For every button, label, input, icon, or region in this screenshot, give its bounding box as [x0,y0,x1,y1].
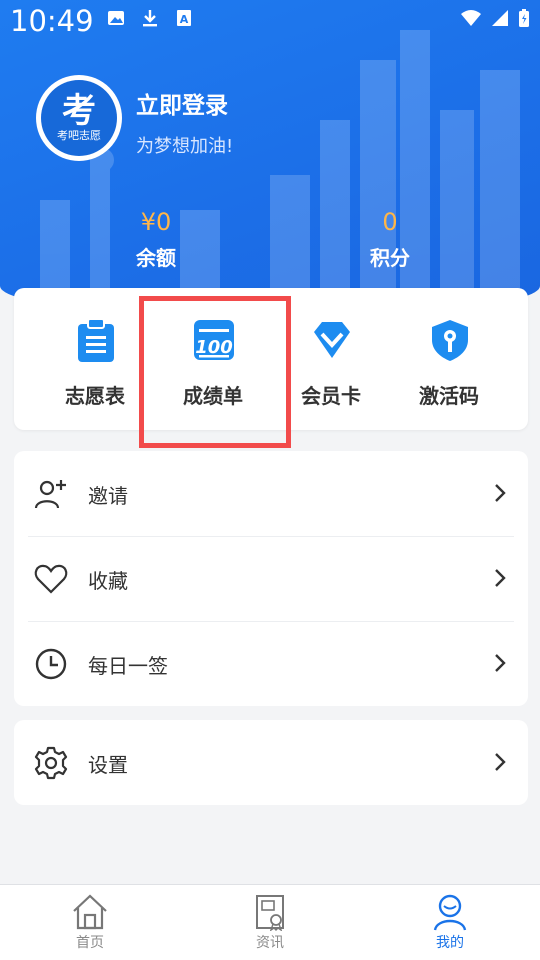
points-stat[interactable]: 0 积分 [310,208,470,271]
balance-stat[interactable]: ¥0 余额 [76,208,236,271]
font-notification-icon: A [177,10,191,26]
heart-icon [34,564,68,594]
quick-action-activation-code[interactable]: 激活码 [390,288,508,430]
menu-item-daily-checkin[interactable]: 每日一签 [14,621,528,706]
signal-icon [492,10,508,26]
add-user-icon [34,480,66,509]
chevron-right-icon [495,569,506,587]
tab-home[interactable]: 首页 [0,885,180,960]
menu-item-settings[interactable]: 设置 [14,720,528,805]
shield-key-icon [432,320,468,361]
settings-card: 设置 [14,720,528,805]
menu-item-invite[interactable]: 邀请 [14,451,528,536]
avatar-logo-text: 考吧志愿 [57,129,101,142]
menu-item-label: 设置 [88,753,128,777]
quick-action-label: 激活码 [419,384,479,408]
chevron-right-icon [495,654,506,672]
image-notification-icon [108,11,124,25]
news-icon [256,895,284,931]
chevron-right-icon [495,484,506,502]
slogan-text: 为梦想加油! [136,136,234,157]
gear-icon [34,746,68,780]
menu-item-favorites[interactable]: 收藏 [14,536,528,621]
tab-news[interactable]: 资讯 [180,885,360,960]
login-link[interactable]: 立即登录 [136,86,228,120]
tab-mine[interactable]: 我的 [360,885,540,960]
status-bar: 10:49 A [0,0,540,44]
profile-header: 10:49 A 考 考吧志愿 立即登录 为梦想加油! ¥0 余额 0 积分 [0,0,540,318]
balance-label: 余额 [136,246,176,270]
clipboard-icon [78,318,114,362]
menu-item-label: 邀请 [88,484,128,508]
menu-item-label: 收藏 [88,569,128,593]
menu-card: 邀请 收藏 每日一签 [14,451,528,706]
tab-label: 资讯 [256,935,284,951]
quick-action-label: 志愿表 [65,384,125,408]
tab-label: 我的 [436,935,464,951]
status-time: 10:49 [10,4,94,38]
highlight-box [139,296,291,448]
download-notification-icon [143,10,157,27]
points-value: 0 [382,208,398,236]
points-label: 积分 [370,246,410,270]
avatar-logo-char: 考 [62,91,96,131]
tab-label: 首页 [76,935,104,951]
chevron-right-icon [495,753,506,771]
home-icon [73,894,107,930]
balance-value: ¥0 [140,208,172,236]
battery-icon [519,9,529,27]
user-icon [433,894,467,931]
menu-item-label: 每日一签 [88,654,168,678]
svg-text:A: A [180,13,189,26]
avatar[interactable]: 考 考吧志愿 [36,75,122,161]
diamond-icon [314,322,350,358]
bottom-tab-bar: 首页 资讯 我的 [0,884,540,960]
quick-action-wish-list[interactable]: 志愿表 [36,288,154,430]
clock-icon [35,648,67,680]
wifi-icon [461,10,481,26]
